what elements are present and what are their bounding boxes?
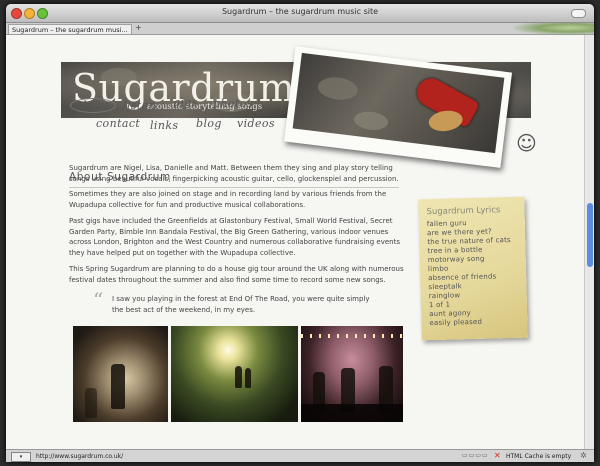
lyrics-link[interactable]: sleeptalk — [428, 282, 462, 291]
status-control-button[interactable]: ▾ — [11, 452, 31, 462]
band-photo-1[interactable] — [73, 326, 168, 422]
nav-photos[interactable]: photos — [213, 97, 253, 110]
person-silhouette — [245, 368, 251, 388]
pebble-shape — [353, 109, 390, 132]
vertical-scrollbar[interactable] — [584, 35, 594, 449]
nav-contact[interactable]: contact — [96, 117, 140, 130]
nav-videos[interactable]: videos — [237, 117, 275, 130]
lyrics-link[interactable]: the true nature of cats — [427, 236, 511, 246]
stick-figure-icon: ☺ — [516, 131, 537, 155]
theme-leaf-decoration — [514, 23, 594, 35]
scrollbar-thumb[interactable] — [587, 203, 593, 267]
lyrics-link[interactable]: motorway song — [428, 255, 485, 264]
status-bar: ▾ http://www.sugardrum.co.uk/ ▭▭▭▭ ✕ HTM… — [6, 449, 594, 462]
nav-gigs[interactable]: gigs — [173, 96, 198, 109]
lyrics-link[interactable]: easily pleased — [429, 318, 482, 327]
about-paragraph: Sometimes they are also joined on stage … — [69, 190, 387, 209]
cache-error-icon: ✕ — [494, 451, 501, 460]
fairy-lights — [301, 334, 403, 338]
window-title: Sugardrum – the sugardrum music site — [221, 7, 379, 16]
page-viewport: Sugardrum acoustic storytelling songs ☺ … — [6, 35, 584, 449]
lyrics-sidebar: Sugardrum Lyrics fallen guru are we ther… — [418, 196, 528, 341]
about-paragraph: This Spring Sugardrum are planning to do… — [69, 265, 404, 284]
lyrics-link[interactable]: tree in a bottle — [427, 246, 482, 255]
tab-bar: Sugardrum – the sugardrum musi... + — [6, 23, 594, 35]
band-photo-2[interactable] — [171, 326, 298, 422]
lyrics-link[interactable]: aunt agony — [429, 309, 471, 318]
band-photo-3[interactable] — [301, 326, 403, 422]
nav-blog[interactable]: blog — [196, 117, 222, 130]
lyrics-link[interactable]: rainglow — [429, 291, 461, 300]
testimonial-quote: I saw you playing in the forest at End O… — [112, 295, 370, 314]
status-icons: ▭▭▭▭ — [462, 452, 489, 459]
guitar-shape — [427, 108, 464, 134]
nav-about[interactable]: about — [70, 98, 116, 113]
person-silhouette — [235, 366, 242, 388]
lyrics-link[interactable]: limbo — [428, 265, 449, 274]
about-paragraph: Past gigs have included the Greenfields … — [69, 217, 400, 257]
browser-window: Sugardrum – the sugardrum music site Sug… — [6, 4, 594, 462]
toolbar-toggle-button[interactable] — [571, 9, 586, 18]
gear-icon[interactable]: ✲ — [580, 451, 587, 460]
nav-links[interactable]: links — [150, 119, 178, 132]
browser-tab[interactable]: Sugardrum – the sugardrum musi... — [8, 24, 132, 34]
heading-divider — [69, 187, 399, 188]
new-tab-button[interactable]: + — [135, 23, 142, 32]
title-bar: Sugardrum – the sugardrum music site — [6, 4, 594, 23]
pebble-shape — [316, 75, 359, 102]
lyrics-link[interactable]: 1 of 1 — [429, 301, 451, 310]
status-url: http://www.sugardrum.co.uk/ — [36, 453, 124, 460]
lyrics-title: Sugardrum Lyrics — [426, 205, 501, 218]
audience-silhouette — [301, 404, 403, 422]
about-paragraph: Sugardrum are Nigel, Lisa, Danielle and … — [69, 164, 399, 183]
nav-listen[interactable]: listen — [123, 99, 156, 112]
lyrics-link[interactable]: fallen guru — [427, 219, 467, 228]
audience-silhouette — [85, 388, 97, 418]
quote-mark-icon: “ — [93, 288, 104, 312]
cache-status: HTML Cache is empty — [506, 453, 572, 460]
performer-silhouette — [111, 364, 125, 409]
guitar-photo — [292, 52, 505, 154]
lyrics-link[interactable]: absence of friends — [428, 272, 496, 282]
